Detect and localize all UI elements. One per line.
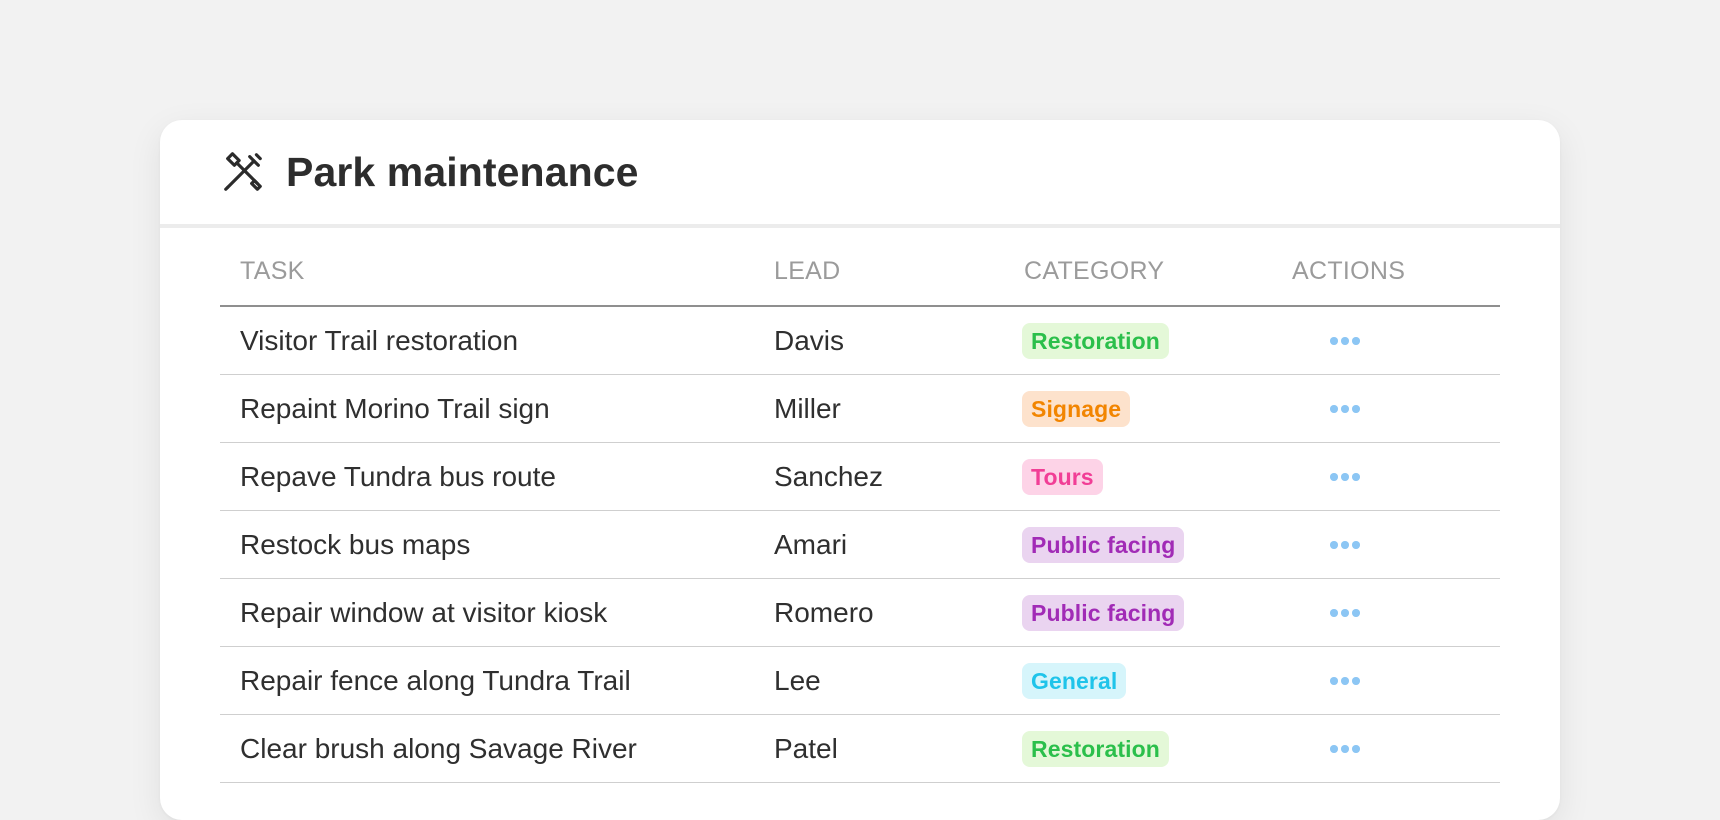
- table-row: Repair window at visitor kiosk Romero Pu…: [220, 579, 1500, 647]
- category-cell: Public facing: [1022, 579, 1185, 647]
- more-horizontal-icon: [1352, 473, 1360, 481]
- more-horizontal-icon: [1352, 609, 1360, 617]
- category-badge: Restoration: [1022, 731, 1169, 767]
- lead-name: Patel: [774, 733, 838, 764]
- more-horizontal-icon: [1341, 473, 1349, 481]
- category-badge: Public facing: [1022, 595, 1185, 631]
- category-badge: General: [1022, 663, 1127, 699]
- more-actions-button[interactable]: [1322, 461, 1368, 493]
- tools-icon: [220, 149, 266, 195]
- actions-cell: [1292, 375, 1398, 443]
- column-header-actions: ACTIONS: [1292, 257, 1406, 285]
- actions-cell: [1292, 307, 1398, 375]
- more-actions-button[interactable]: [1322, 325, 1368, 357]
- maintenance-card: Park maintenance TASK LEAD CATEGORY ACTI…: [160, 120, 1560, 820]
- more-horizontal-icon: [1352, 337, 1360, 345]
- table-row: Restock bus maps Amari Public facing: [220, 511, 1500, 579]
- column-header-task: TASK: [240, 257, 305, 285]
- more-horizontal-icon: [1341, 745, 1349, 753]
- category-cell: Restoration: [1022, 307, 1169, 375]
- lead-name: Davis: [774, 325, 845, 356]
- more-actions-button[interactable]: [1322, 733, 1368, 765]
- more-actions-button[interactable]: [1322, 529, 1368, 561]
- page-title: Park maintenance: [286, 148, 639, 195]
- column-header-category: CATEGORY: [1024, 257, 1165, 285]
- lead-name: Amari: [774, 529, 848, 560]
- more-horizontal-icon: [1352, 405, 1360, 413]
- more-horizontal-icon: [1330, 609, 1338, 617]
- more-horizontal-icon: [1330, 405, 1338, 413]
- actions-cell: [1292, 579, 1398, 647]
- more-horizontal-icon: [1330, 337, 1338, 345]
- actions-cell: [1292, 511, 1398, 579]
- category-badge: Restoration: [1022, 323, 1169, 359]
- category-cell: Signage: [1022, 375, 1131, 443]
- more-horizontal-icon: [1330, 473, 1338, 481]
- table-row: Repave Tundra bus route Sanchez Tours: [220, 443, 1500, 511]
- category-cell: Restoration: [1022, 715, 1169, 783]
- table-row: Repaint Morino Trail sign Miller Signage: [220, 375, 1500, 443]
- category-badge: Public facing: [1022, 527, 1185, 563]
- more-horizontal-icon: [1341, 337, 1349, 345]
- more-horizontal-icon: [1330, 541, 1338, 549]
- more-horizontal-icon: [1352, 541, 1360, 549]
- more-horizontal-icon: [1341, 541, 1349, 549]
- category-cell: General: [1022, 647, 1127, 715]
- task-name: Clear brush along Savage River: [240, 733, 637, 764]
- task-name: Repaint Morino Trail sign: [240, 393, 550, 424]
- lead-name: Miller: [774, 393, 841, 424]
- more-horizontal-icon: [1352, 745, 1360, 753]
- category-badge: Signage: [1022, 391, 1131, 427]
- task-table: TASK LEAD CATEGORY ACTIONS Visitor Trail…: [220, 232, 1500, 783]
- more-horizontal-icon: [1330, 677, 1338, 685]
- task-name: Visitor Trail restoration: [240, 325, 519, 356]
- lead-name: Sanchez: [774, 461, 883, 492]
- table-row: Visitor Trail restoration Davis Restorat…: [220, 307, 1500, 375]
- more-actions-button[interactable]: [1322, 393, 1368, 425]
- more-horizontal-icon: [1330, 745, 1338, 753]
- task-name: Repair fence along Tundra Trail: [240, 665, 631, 696]
- task-name: Repave Tundra bus route: [240, 461, 556, 492]
- category-cell: Tours: [1022, 443, 1103, 511]
- actions-cell: [1292, 715, 1398, 783]
- actions-cell: [1292, 443, 1398, 511]
- lead-name: Romero: [774, 597, 874, 628]
- more-actions-button[interactable]: [1322, 665, 1368, 697]
- table-header-row: TASK LEAD CATEGORY ACTIONS: [220, 232, 1500, 307]
- table-row: Repair fence along Tundra Trail Lee Gene…: [220, 647, 1500, 715]
- card-header: Park maintenance: [160, 120, 1560, 228]
- more-horizontal-icon: [1341, 609, 1349, 617]
- category-cell: Public facing: [1022, 511, 1185, 579]
- category-badge: Tours: [1022, 459, 1103, 495]
- task-name: Restock bus maps: [240, 529, 471, 560]
- more-actions-button[interactable]: [1322, 597, 1368, 629]
- more-horizontal-icon: [1352, 677, 1360, 685]
- more-horizontal-icon: [1341, 405, 1349, 413]
- lead-name: Lee: [774, 665, 821, 696]
- actions-cell: [1292, 647, 1398, 715]
- table-row: Clear brush along Savage River Patel Res…: [220, 715, 1500, 783]
- task-name: Repair window at visitor kiosk: [240, 597, 608, 628]
- more-horizontal-icon: [1341, 677, 1349, 685]
- column-header-lead: LEAD: [774, 257, 841, 285]
